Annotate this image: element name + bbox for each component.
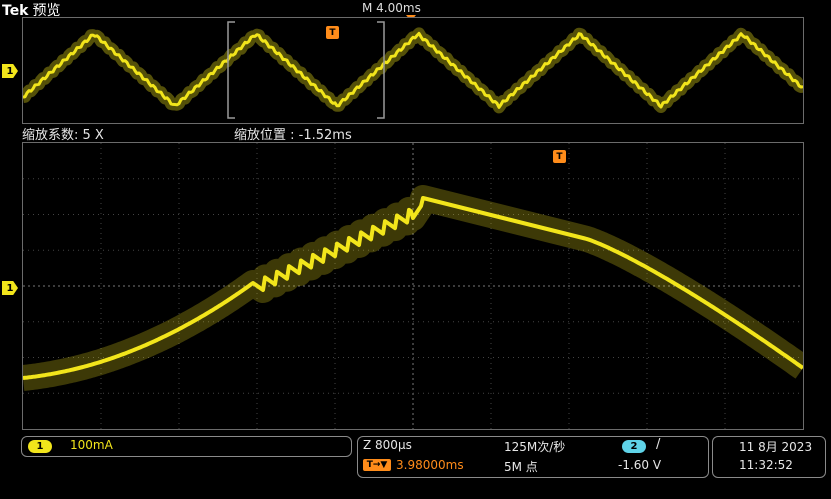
trigger-source-badge[interactable]: 2 — [622, 440, 646, 453]
overview-ch1-level-marker[interactable]: 1 — [2, 64, 18, 78]
zoom-factor-label: 缩放系数: 5 X — [22, 128, 104, 143]
sample-rate-readout[interactable]: 125M次/秒 — [504, 438, 565, 455]
trigger-position-readout[interactable]: 3.98000ms — [396, 458, 464, 472]
date-readout: 11 8月 2023 — [739, 440, 813, 454]
ch1-scale-readout[interactable]: 100mA — [70, 438, 113, 452]
zoom-waveform-svg — [23, 143, 803, 429]
zoom-scale-readout[interactable]: Z 800µs — [363, 438, 412, 452]
trigger-position-icon: T→▼ — [363, 459, 391, 471]
zoom-waveform-panel[interactable] — [22, 142, 804, 430]
trigger-slope-icon[interactable]: / — [656, 437, 660, 452]
trigger-level-readout[interactable]: -1.60 V — [618, 458, 661, 472]
overview-trigger-marker: T — [326, 26, 339, 39]
overview-waveform-panel[interactable] — [22, 17, 804, 124]
time-readout: 11:32:52 — [739, 458, 793, 472]
main-timebase-readout[interactable]: M 4.00ms — [362, 1, 421, 15]
ch1-badge[interactable]: 1 — [28, 440, 52, 453]
overview-envelope — [23, 27, 803, 114]
record-length-readout[interactable]: 5M 点 — [504, 458, 538, 475]
overview-waveform-svg — [23, 21, 803, 119]
zoom-trigger-marker: T — [553, 150, 566, 163]
zoom-position-label: 缩放位置 : -1.52ms — [234, 128, 352, 143]
zoom-ch1-level-marker[interactable]: 1 — [2, 281, 18, 295]
